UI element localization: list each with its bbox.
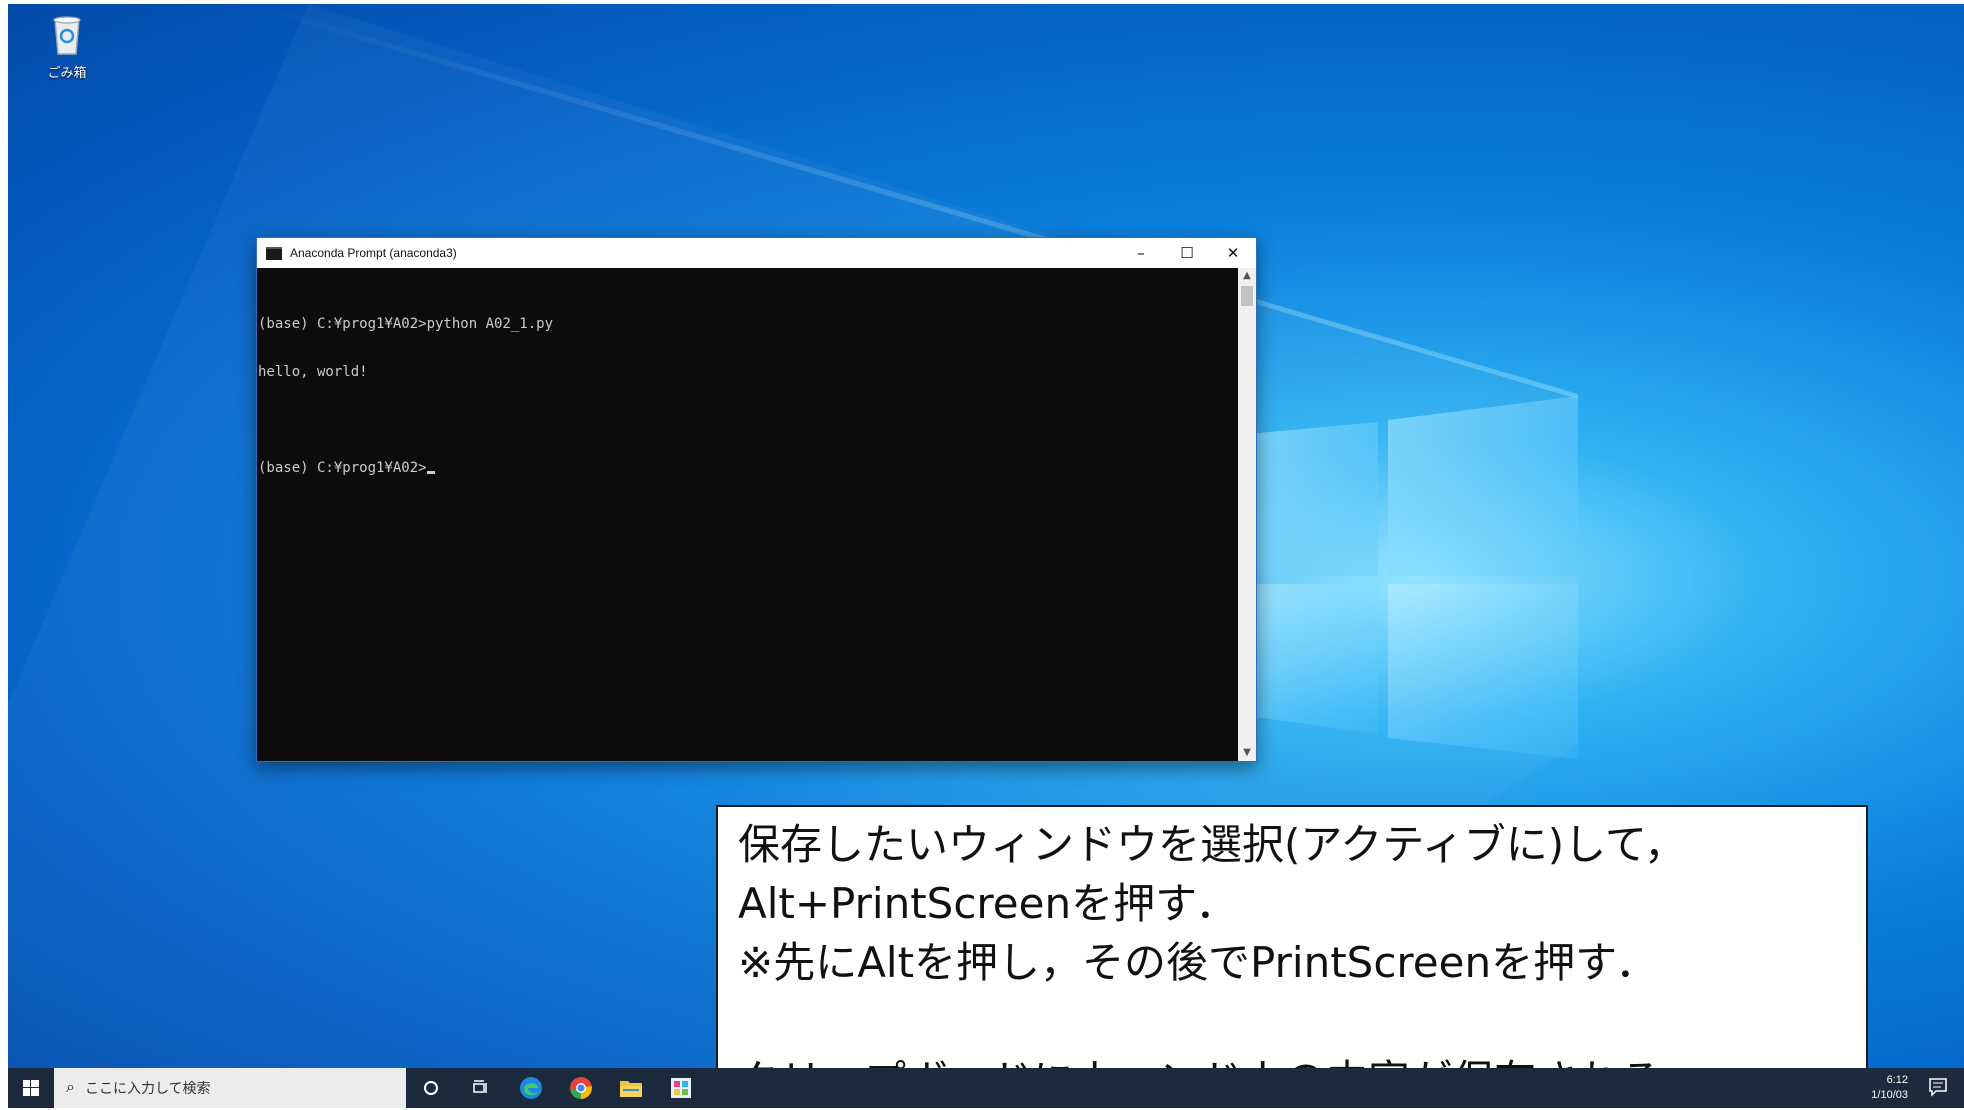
- taskbar-search-box[interactable]: ⌕ ここに入力して検索: [54, 1068, 406, 1108]
- search-icon: ⌕: [66, 1079, 75, 1096]
- action-center-icon[interactable]: [1928, 1077, 1950, 1099]
- instruction-line: [738, 992, 1866, 1051]
- start-button[interactable]: [8, 1068, 54, 1108]
- console-line: hello, world!: [258, 364, 368, 380]
- clock-date: 1/10/03: [1871, 1089, 1908, 1101]
- maximize-button[interactable]: ☐: [1164, 238, 1210, 268]
- recycle-bin-label: ごみ箱: [47, 66, 87, 81]
- console-app-icon: [266, 246, 282, 260]
- scroll-up-arrow-icon[interactable]: ▲: [1238, 268, 1256, 284]
- taskbar: ⌕ ここに入力して検索 6:12 1/10/03: [8, 1068, 1964, 1108]
- clock-time: 6:12: [1886, 1074, 1908, 1086]
- minimize-button[interactable]: –: [1118, 238, 1164, 268]
- taskbar-clock[interactable]: 6:12 1/10/03: [1871, 1073, 1908, 1103]
- instruction-line: 保存したいウィンドウを選択(アクティブに)して，: [738, 820, 1686, 869]
- scrollbar-thumb[interactable]: [1241, 286, 1253, 306]
- windows-start-icon: [23, 1080, 39, 1096]
- cortana-icon[interactable]: [406, 1068, 456, 1108]
- window-title: Anaconda Prompt (anaconda3): [290, 246, 457, 260]
- console-line: (base) C:¥prog1¥A02>python A02_1.py: [258, 316, 554, 332]
- paint-icon[interactable]: [656, 1068, 706, 1108]
- chrome-icon[interactable]: [556, 1068, 606, 1108]
- scroll-down-arrow-icon[interactable]: ▼: [1238, 745, 1256, 761]
- instruction-callout: 保存したいウィンドウを選択(アクティブに)して， Alt+PrintScreen…: [716, 805, 1868, 1105]
- edge-icon[interactable]: [506, 1068, 556, 1108]
- recycle-bin-shortcut[interactable]: ごみ箱: [32, 12, 102, 81]
- text-cursor: [426, 471, 435, 474]
- console-output[interactable]: (base) C:¥prog1¥A02>python A02_1.py hell…: [257, 268, 1238, 761]
- file-explorer-icon[interactable]: [606, 1068, 656, 1108]
- search-placeholder: ここに入力して検索: [84, 1080, 211, 1096]
- console-prompt-line[interactable]: (base) C:¥prog1¥A02>: [258, 460, 1238, 476]
- console-prompt: (base) C:¥prog1¥A02>: [258, 460, 427, 476]
- instruction-line: Alt+PrintScreenを押す．: [738, 879, 1238, 928]
- console-scrollbar[interactable]: ▲ ▼: [1238, 268, 1256, 761]
- task-view-icon[interactable]: [456, 1068, 506, 1108]
- system-tray: 6:12 1/10/03: [1844, 1068, 1964, 1108]
- window-titlebar[interactable]: Anaconda Prompt (anaconda3) – ☐ ✕: [257, 238, 1256, 268]
- anaconda-prompt-window[interactable]: Anaconda Prompt (anaconda3) – ☐ ✕ (base)…: [256, 237, 1257, 762]
- recycle-bin-icon: [53, 16, 81, 55]
- instruction-line: ※先にAltを押し，その後でPrintScreenを押す．: [738, 938, 1658, 987]
- close-button[interactable]: ✕: [1210, 238, 1256, 268]
